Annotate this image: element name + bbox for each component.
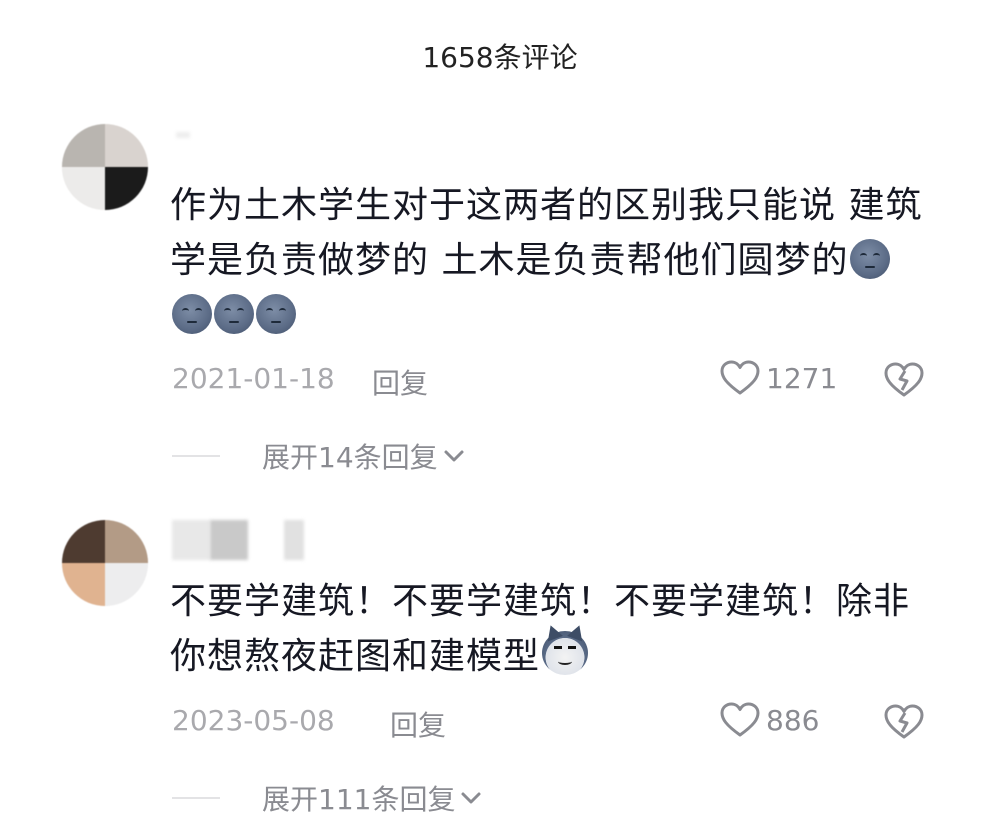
broken-heart-icon [884,704,924,739]
like-count: 886 [766,703,820,737]
reply-button[interactable]: 回复 [390,704,446,744]
comment-date: 2021-01-18 [172,362,335,395]
avatar[interactable] [62,520,148,606]
chevron-down-icon [444,450,464,462]
comment-date: 2023-05-08 [172,704,335,737]
reply-button[interactable]: 回复 [372,362,428,402]
dislike-button[interactable] [884,704,924,744]
divider-line [172,455,220,457]
like-count: 1271 [766,361,838,395]
comment-text: 作为土木学生对于这两者的区别我只能说 建筑学是负责做梦的 土木是负责帮他们圆梦的 [170,178,930,343]
moon-face-emoji [214,294,254,334]
avatar[interactable] [62,124,148,210]
divider-line [172,797,220,799]
husky-emoji [542,622,589,675]
chevron-down-icon [461,792,481,804]
dislike-button[interactable] [884,362,924,402]
comment-text-content: 不要学建筑！不要学建筑！不要学建筑！除非你想熬夜赶图和建模型 [170,581,911,677]
comment-text: 不要学建筑！不要学建筑！不要学建筑！除非你想熬夜赶图和建模型 [170,574,930,684]
expand-replies-button[interactable]: 展开14条回复 [172,436,466,476]
moon-face-emoji [172,294,212,334]
like-button[interactable]: 1271 [720,360,837,396]
heart-icon [720,360,760,395]
moon-face-emoji [850,239,891,279]
comment-count-title: 1658条评论 [422,41,578,74]
like-button[interactable]: 886 [720,702,819,738]
expand-replies-button[interactable]: 展开111条回复 [172,778,483,818]
comment-text-content: 作为土木学生对于这两者的区别我只能说 建筑学是负责做梦的 土木是负责帮他们圆梦的 [170,185,923,281]
broken-heart-icon [884,362,924,397]
expand-replies-label: 展开111条回复 [262,783,456,816]
heart-icon [720,702,760,737]
expand-replies-label: 展开14条回复 [262,441,438,474]
moon-face-emoji [256,294,296,334]
